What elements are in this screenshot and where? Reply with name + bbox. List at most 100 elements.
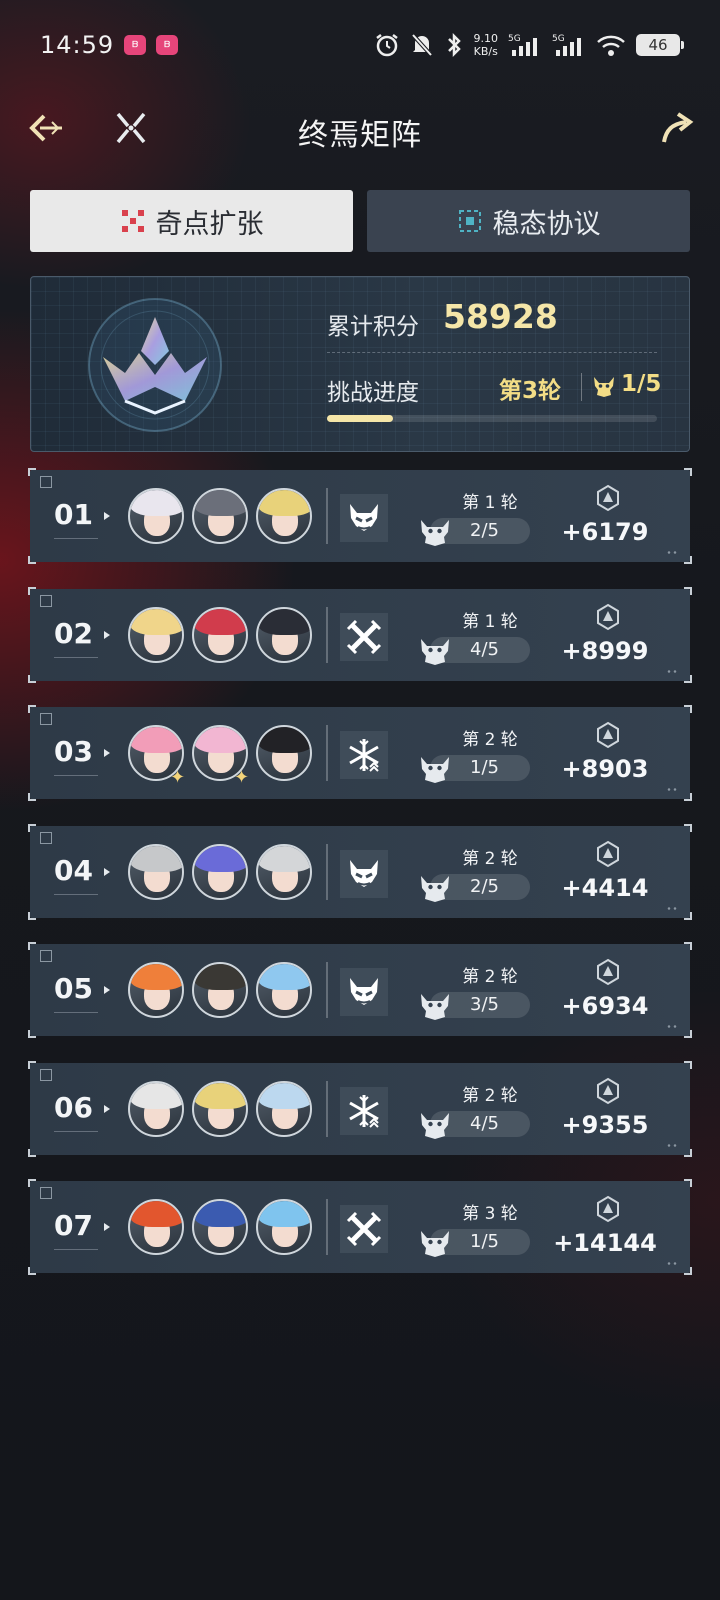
- play-arrow-icon: [104, 1104, 110, 1113]
- record-row[interactable]: 05 第 2 轮 3/5 +6934: [28, 942, 692, 1038]
- mute-bell-icon: [411, 33, 432, 57]
- edit-icon: [40, 594, 52, 607]
- avatar-hair: [130, 608, 182, 635]
- record-number: 04: [54, 853, 93, 887]
- team-avatars: [128, 1080, 312, 1137]
- tab-steady-protocol[interactable]: 稳态协议: [367, 190, 690, 252]
- divider: [54, 775, 98, 776]
- character-avatar: [128, 1080, 184, 1137]
- boss-icon: [421, 638, 449, 665]
- element-badge: [340, 1205, 388, 1253]
- boss-icon: [421, 1112, 449, 1139]
- divider: [326, 488, 328, 544]
- score-value: 58928: [443, 297, 558, 336]
- avatar-hair: [194, 490, 246, 516]
- record-number: 06: [54, 1090, 93, 1124]
- stage-progress: 1/5: [621, 371, 662, 397]
- record-number: 02: [54, 616, 93, 650]
- record-list: 01 第 1 轮 2/5 +6179 02 第 1 轮 4/5 +8999 03…: [28, 468, 692, 1300]
- battery-indicator: 46: [636, 34, 684, 56]
- stage-text: 2/5: [470, 520, 499, 541]
- corner-mark: [28, 1267, 36, 1275]
- record-row[interactable]: 04 第 2 轮 2/5 +4414: [28, 823, 692, 920]
- avatar-hair: [194, 845, 246, 872]
- swords-icon: [346, 1211, 382, 1247]
- dots-decoration: [666, 1262, 678, 1265]
- boss-icon: [421, 520, 449, 546]
- element-badge: [340, 612, 388, 661]
- corner-mark: [28, 468, 36, 476]
- team-avatars: [128, 488, 312, 544]
- record-row[interactable]: 01 第 1 轮 2/5 +6179: [28, 468, 692, 564]
- element-badge: [340, 731, 388, 779]
- element-badge: [340, 1086, 388, 1135]
- character-avatar: [192, 1080, 248, 1137]
- mode-tabs: 奇点扩张 稳态协议: [30, 190, 690, 252]
- points-value: +8903: [561, 755, 649, 783]
- score-emblem-icon: [597, 958, 619, 986]
- edit-icon: [40, 831, 52, 844]
- bilibili-icon: ᗷ: [124, 35, 147, 55]
- divider: [326, 1080, 328, 1137]
- corner-mark: [684, 468, 692, 476]
- stage-text: 1/5: [470, 1231, 499, 1252]
- record-row[interactable]: 07 第 3 轮 1/5 +14144: [28, 1179, 692, 1275]
- team-avatars: ✦ ✦: [128, 725, 312, 787]
- tab-singularity-expansion[interactable]: 奇点扩张: [30, 190, 353, 252]
- avatar-hair: [130, 1082, 182, 1109]
- demon-icon: [350, 504, 378, 531]
- corner-mark: [28, 823, 36, 832]
- corner-mark: [684, 705, 692, 713]
- record-row[interactable]: 06 第 2 轮 4/5 +9355: [28, 1060, 692, 1157]
- corner-mark: [28, 556, 36, 564]
- corner-mark: [28, 1060, 36, 1069]
- divider: [326, 962, 328, 1018]
- score-emblem-icon: [597, 603, 619, 630]
- character-avatar: [128, 843, 184, 900]
- boss-icon: [421, 1231, 449, 1257]
- corner-mark: [28, 705, 36, 713]
- dots-decoration: [666, 1143, 678, 1147]
- corner-mark: [28, 586, 36, 595]
- divider: [581, 373, 582, 401]
- corner-mark: [684, 674, 692, 683]
- avatar-hair: [194, 608, 246, 635]
- record-row[interactable]: 02 第 1 轮 4/5 +8999: [28, 586, 692, 683]
- divider: [54, 1130, 98, 1132]
- status-time: 14:59: [40, 31, 115, 59]
- points-value: +6179: [561, 518, 649, 546]
- play-arrow-icon: [104, 630, 110, 639]
- play-arrow-icon: [104, 867, 110, 876]
- avatar-hair: [130, 964, 182, 990]
- divider: [326, 1199, 328, 1255]
- demon-icon: [350, 859, 378, 887]
- corner-mark: [28, 1179, 36, 1187]
- divider: [326, 725, 328, 781]
- element-badge: [340, 494, 388, 542]
- character-avatar: [192, 488, 248, 544]
- demon-icon: [350, 978, 378, 1005]
- share-arrow-icon[interactable]: [656, 108, 696, 148]
- corner-mark: [684, 1267, 692, 1275]
- play-arrow-icon: [104, 1223, 110, 1231]
- divider: [54, 1012, 98, 1013]
- play-arrow-icon: [104, 986, 110, 994]
- corner-mark: [28, 1148, 36, 1157]
- points-value: +6934: [561, 992, 649, 1020]
- stage-text: 4/5: [470, 1112, 499, 1134]
- corner-mark: [684, 793, 692, 801]
- divider: [54, 1249, 98, 1250]
- tab-label: 稳态协议: [492, 208, 601, 240]
- record-row[interactable]: 03 ✦ ✦ 第 2 轮 1/5 +8903: [28, 705, 692, 801]
- round-label: 第 2 轮: [462, 730, 518, 750]
- net-speed: 9.10 KB/s: [474, 32, 499, 58]
- round-label: 第 1 轮: [462, 493, 518, 513]
- corner-mark: [684, 586, 692, 595]
- svg-text:5G: 5G: [508, 34, 521, 44]
- character-avatar: [192, 843, 248, 900]
- swords-icon: [346, 619, 382, 654]
- avatar-hair: [258, 1201, 310, 1227]
- edit-icon: [40, 1187, 52, 1199]
- corner-mark: [684, 823, 692, 832]
- round-label: 第 3 轮: [462, 1204, 518, 1224]
